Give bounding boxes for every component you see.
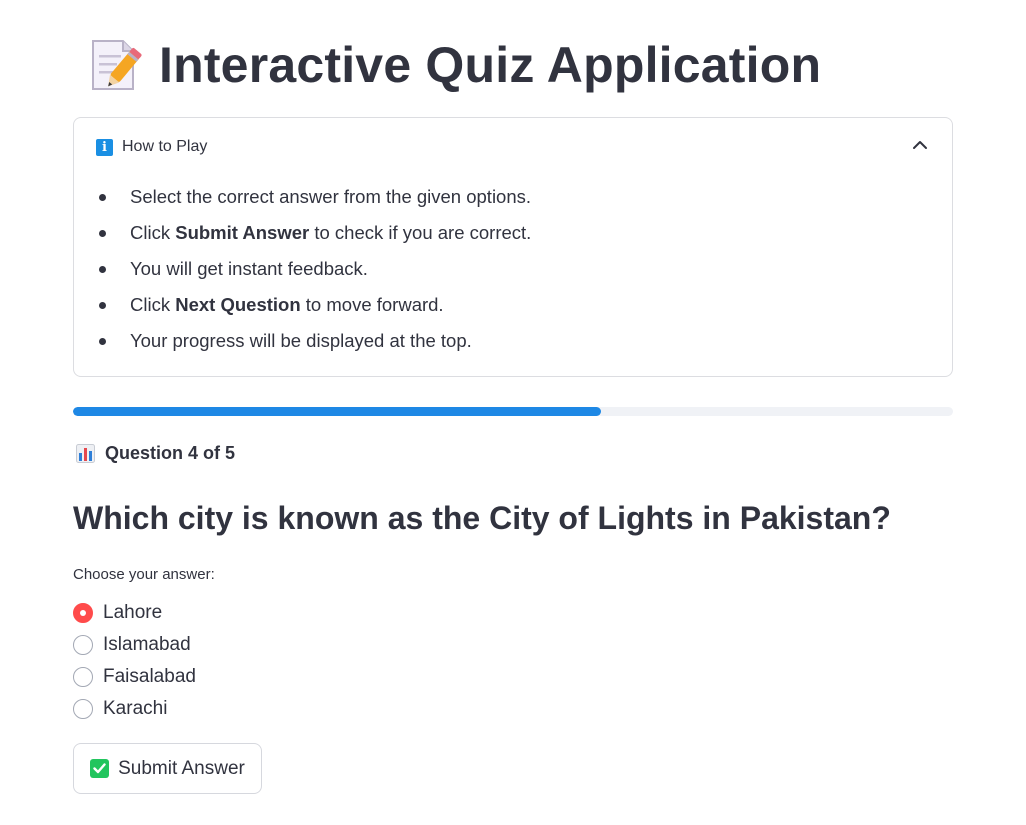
answer-option-label: Faisalabad: [103, 666, 196, 687]
submit-answer-button[interactable]: Submit Answer: [73, 743, 262, 794]
instruction-item: Your progress will be displayed at the t…: [96, 324, 531, 360]
radio-button[interactable]: [73, 603, 93, 623]
how-to-play-expander: i How to Play Select the correct answer …: [73, 117, 953, 377]
answer-option-karachi[interactable]: Karachi: [73, 693, 196, 725]
answer-option-islamabad[interactable]: Islamabad: [73, 629, 196, 661]
answer-option-label: Karachi: [103, 698, 168, 719]
answer-radio-group: Lahore Islamabad Faisalabad Karachi: [73, 597, 196, 725]
progress-bar-fill: [73, 407, 601, 416]
expander-title: How to Play: [122, 138, 208, 155]
instruction-item: Select the correct answer from the given…: [96, 180, 531, 216]
progress-bar: [73, 407, 953, 416]
answer-label: Choose your answer:: [73, 566, 215, 583]
radio-button[interactable]: [73, 635, 93, 655]
instructions-list: Select the correct answer from the given…: [96, 180, 531, 360]
radio-button[interactable]: [73, 699, 93, 719]
instruction-item: Click Next Question to move forward.: [96, 288, 531, 324]
info-icon: i: [96, 138, 113, 156]
answer-option-label: Lahore: [103, 602, 163, 623]
radio-button[interactable]: [73, 667, 93, 687]
page-title: Interactive Quiz Application: [159, 37, 822, 93]
answer-option-label: Islamabad: [103, 634, 191, 655]
expander-header[interactable]: i How to Play: [96, 136, 207, 158]
submit-button-label: Submit Answer: [118, 757, 245, 779]
chevron-up-icon[interactable]: [912, 138, 928, 152]
answer-option-lahore[interactable]: Lahore: [73, 597, 196, 629]
bar-chart-icon: [76, 443, 95, 463]
instruction-item: You will get instant feedback.: [96, 252, 531, 288]
answer-option-faisalabad[interactable]: Faisalabad: [73, 661, 196, 693]
instruction-item: Click Submit Answer to check if you are …: [96, 216, 531, 252]
title-row: Interactive Quiz Application: [85, 30, 821, 100]
check-mark-button-icon: [90, 759, 110, 778]
memo-pencil-icon: [92, 40, 142, 90]
question-text: Which city is known as the City of Light…: [73, 500, 891, 536]
question-counter: Question 4 of 5: [76, 442, 235, 464]
question-counter-text: Question 4 of 5: [105, 442, 236, 463]
